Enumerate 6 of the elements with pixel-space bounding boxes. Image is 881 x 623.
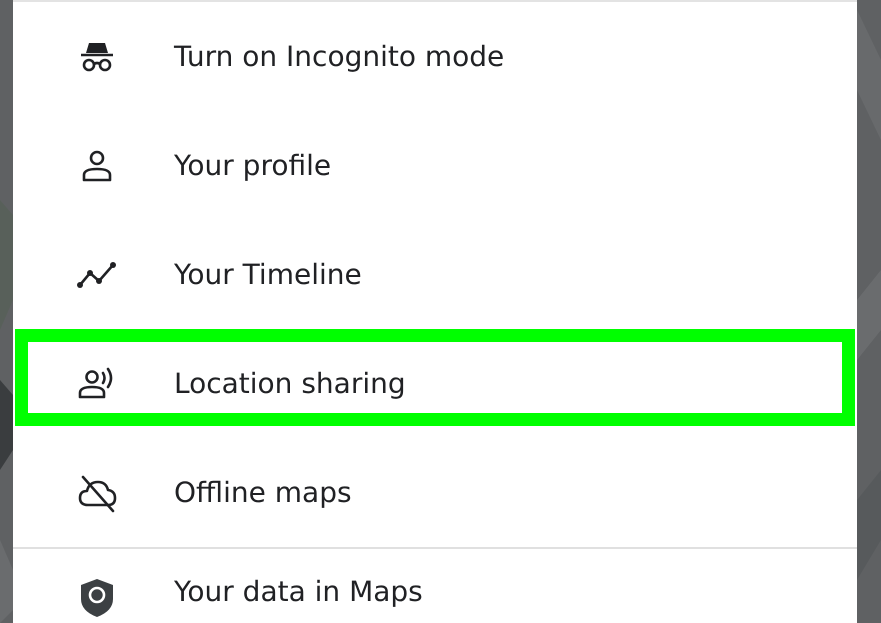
menu-item[interactable]: Your profile — [174, 148, 332, 182]
menu-item[interactable]: Your data in Maps — [174, 575, 423, 609]
menu-item[interactable]: Turn on Incognito mode — [174, 40, 504, 74]
menu-item[interactable]: Your Timeline — [174, 258, 362, 292]
menu-item[interactable]: Offline maps — [174, 476, 352, 510]
menu-item[interactable]: Location sharing — [174, 366, 406, 400]
